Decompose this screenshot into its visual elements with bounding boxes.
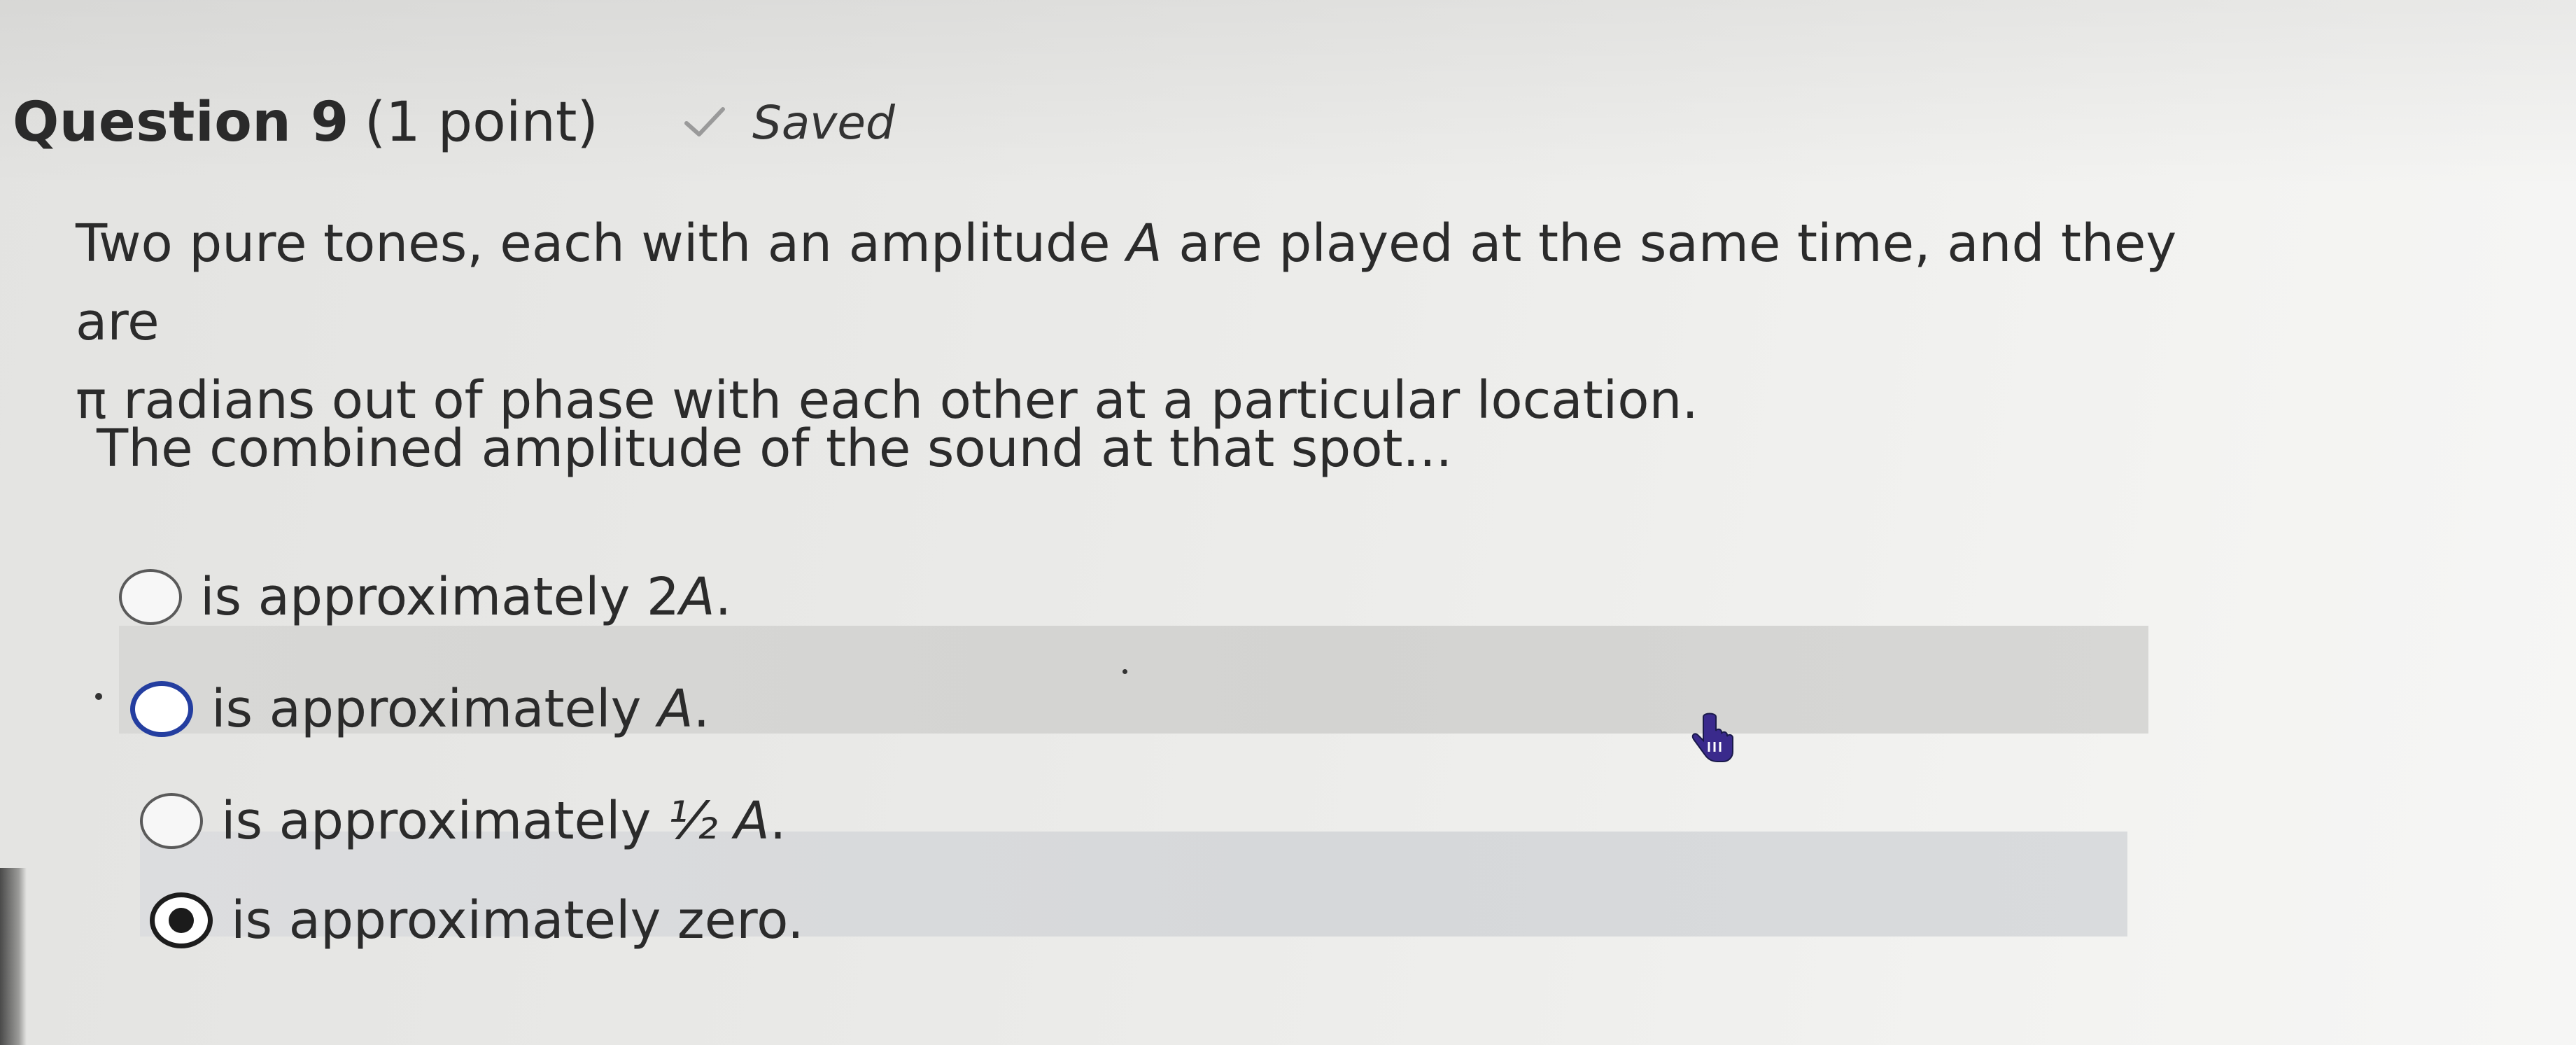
answer-option-4-text: is approximately zero. [231,890,804,951]
radio-button-1[interactable] [119,569,182,625]
answer-option-3-symbol: ½ A [667,791,770,851]
answer-option-1[interactable]: is approximately 2A. [119,567,731,627]
answer-option-2-symbol: A [657,679,694,739]
answer-option-4[interactable]: is approximately zero. [150,890,804,951]
answer-option-3-suffix: . [769,791,787,851]
hand-pointer-icon [1691,713,1733,762]
screen-speck [1122,669,1127,674]
answer-option-1-symbol: A [680,567,715,627]
answer-option-2-label: is approximately A. [211,679,710,739]
answer-option-3-text: is approximately [221,791,668,851]
radio-button-3[interactable] [140,793,203,849]
radio-button-4[interactable] [150,892,213,948]
answer-choices: is approximately 2A. is approximately A.… [0,0,2576,1045]
screen-speck [95,693,102,700]
answer-option-3-label: is approximately ½ A. [221,791,786,851]
radio-button-2[interactable] [130,681,193,737]
answer-option-3[interactable]: is approximately ½ A. [140,791,786,851]
answer-option-1-suffix: . [715,567,732,627]
answer-option-4-label: is approximately zero. [231,890,804,951]
answer-option-1-label: is approximately 2A. [200,567,731,627]
answer-option-1-text: is approximately 2 [200,567,680,627]
answer-option-2-suffix: . [693,679,710,739]
answer-option-2-text: is approximately [211,679,658,739]
answer-option-2[interactable]: is approximately A. [130,679,710,739]
